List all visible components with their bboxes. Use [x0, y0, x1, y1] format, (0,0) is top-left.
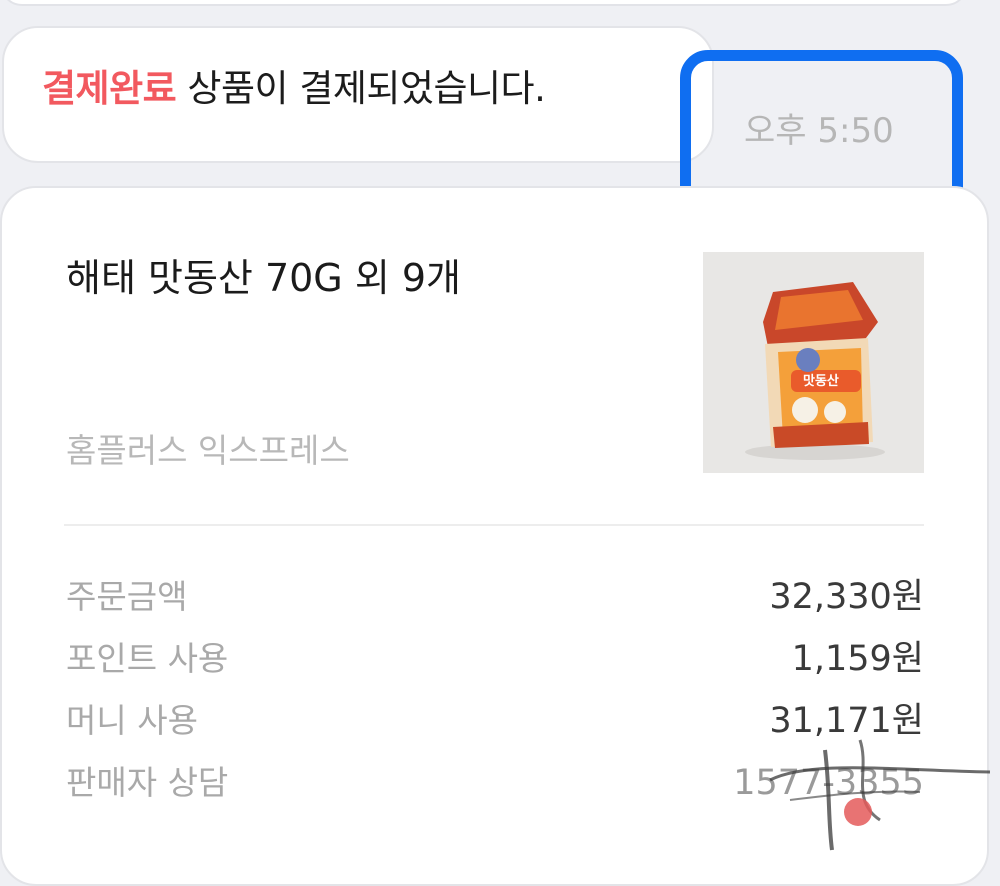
payment-message-text: 상품이 결제되었습니다. [176, 67, 546, 110]
money-used-label: 머니 사용 [66, 701, 198, 740]
previous-card-edge [0, 0, 968, 6]
points-used-label: 포인트 사용 [66, 639, 229, 678]
payment-message: 결제완료 상품이 결제되었습니다. [42, 67, 546, 110]
product-title[interactable]: 해태 맛동산 70G 외 9개 [66, 259, 461, 297]
points-used-value: 1,159원 [791, 639, 924, 679]
card-divider [64, 524, 924, 526]
seller-contact-label: 판매자 상담 [66, 763, 229, 802]
snack-bag-image: 맛동산 [703, 252, 924, 473]
store-name: 홈플러스 익스프레스 [66, 431, 350, 470]
payment-status-label: 결제완료 [42, 67, 177, 110]
order-amount-label: 주문금액 [66, 577, 188, 616]
thumbnail-logo-text: 맛동산 [803, 373, 839, 389]
product-thumbnail[interactable]: 맛동산 [703, 252, 924, 473]
order-amount-value: 32,330원 [769, 577, 924, 617]
signature-watermark [769, 739, 991, 851]
